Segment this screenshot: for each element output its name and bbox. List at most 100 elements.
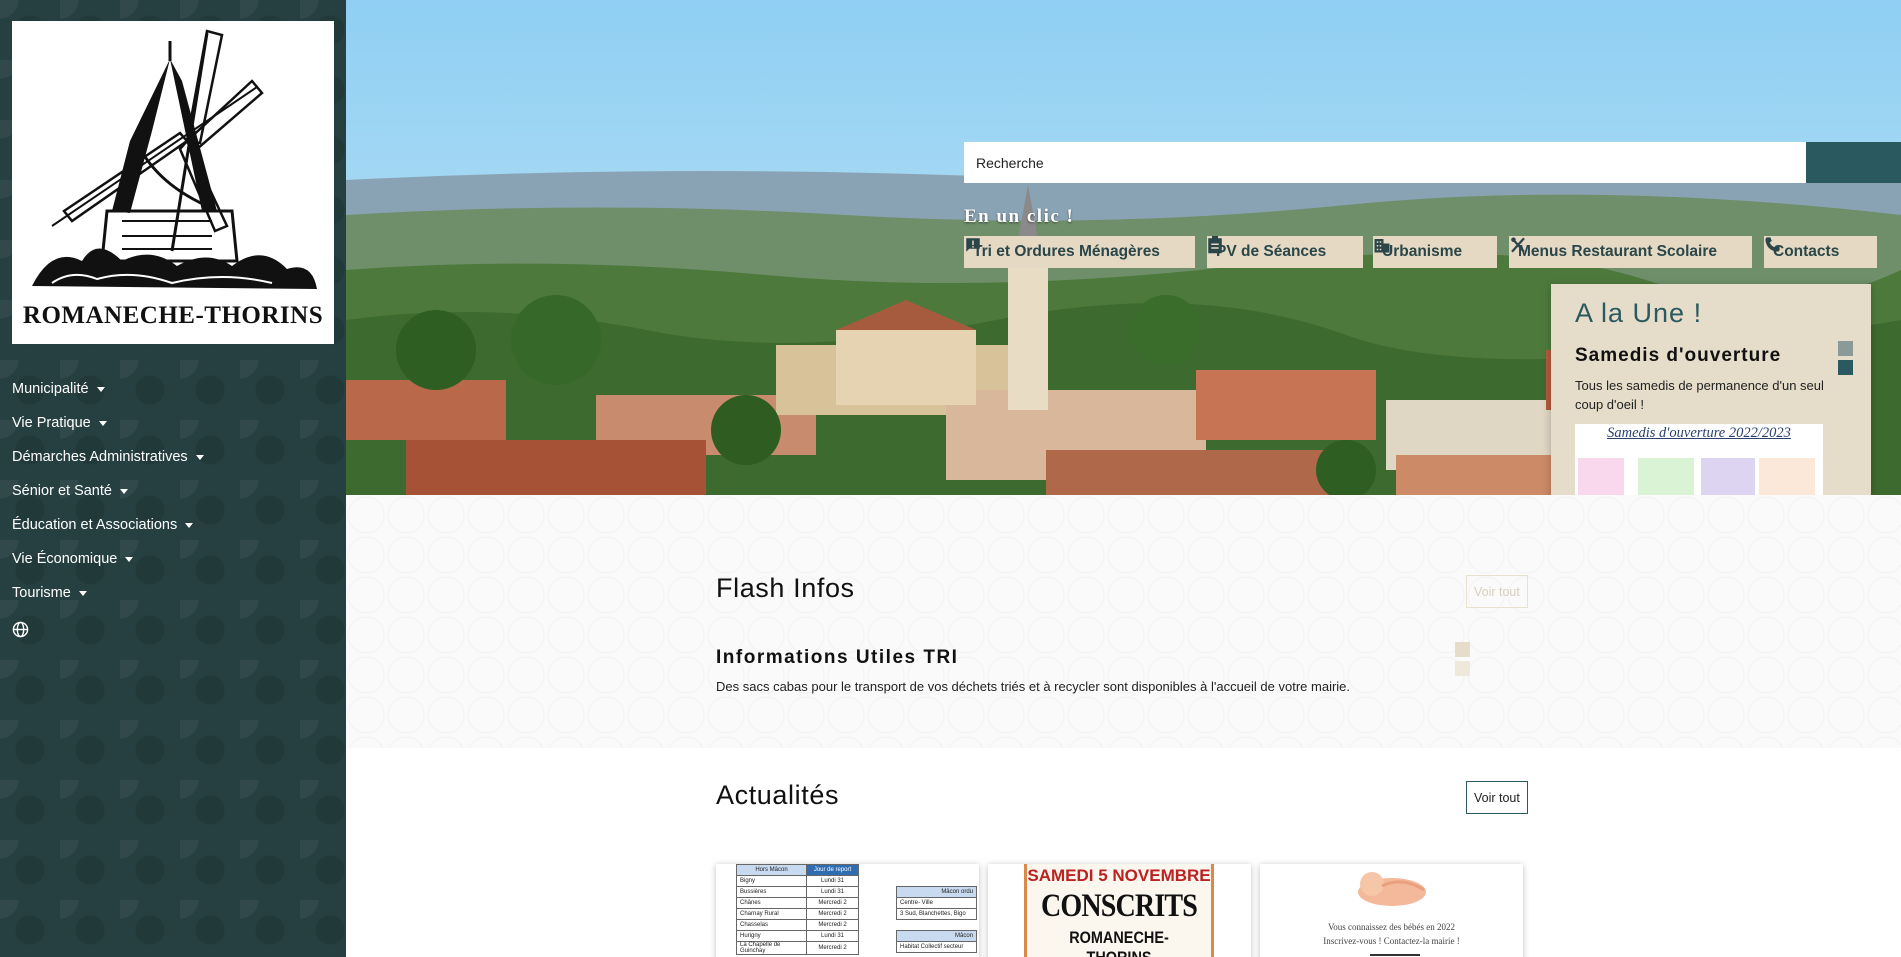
actualites-voir-tout-button[interactable]: Voir tout <box>1466 781 1528 814</box>
quick-link-label: Urbanisme <box>1382 243 1463 260</box>
a-la-une-card: A la Une ! Samedis d'ouverture Tous les … <box>1551 284 1871 519</box>
table-cell: Lundi 31 <box>806 886 859 898</box>
search-icon <box>965 143 978 156</box>
table-cell: Mercredi 2 <box>806 908 859 920</box>
news-card-3-line2: Inscrivez-vous ! Contactez-la mairie ! <box>1323 936 1460 946</box>
quick-link-label: Tri et Ordures Ménagères <box>973 243 1160 260</box>
site-logo[interactable]: ROMANECHE-THORINS <box>12 21 334 344</box>
table-cell: Habitat Collectif secteur <box>896 941 977 953</box>
a-la-une-item-text: Tous les samedis de permanence d'un seul… <box>1575 378 1824 412</box>
nav-label: Tourisme <box>12 585 71 601</box>
news-card-1[interactable]: Hors Mâcon Jour de report Bigny Lundi 31 … <box>716 864 979 957</box>
collection-side-table: Mâcon ordu Centre- Ville 3 Sud, Blanchet… <box>896 886 977 953</box>
nav-item-municipalite[interactable]: Municipalité <box>12 372 204 406</box>
flash-item-text: Des sacs cabas pour le transport de vos … <box>716 679 1351 694</box>
table-cell: Bussières <box>736 886 807 898</box>
table-spacer <box>897 920 977 931</box>
table-cell: Mercredi 2 <box>806 919 859 931</box>
actualites-title: Actualités <box>716 780 840 810</box>
clipboard-icon <box>1208 236 1222 254</box>
news-card-3-text: Vous connaissez des bébés en 2022 Inscri… <box>1260 920 1523 948</box>
feedback-icon <box>966 238 980 252</box>
table-header: Mâcon ordu <box>896 886 977 898</box>
actualites-section: Actualités Voir tout Hors Mâcon Jour de … <box>346 748 1901 957</box>
nav-label: Vie Pratique <box>12 415 91 431</box>
nav-item-vie-economique[interactable]: Vie Économique <box>12 542 204 576</box>
quick-link-label: PV de Séances <box>1216 243 1327 260</box>
nav-item-demarches[interactable]: Démarches Administratives <box>12 440 204 474</box>
nav-item-senior-sante[interactable]: Sénior et Santé <box>12 474 204 508</box>
nav-item-education[interactable]: Éducation et Associations <box>12 508 204 542</box>
nav-label: Municipalité <box>12 381 89 397</box>
quick-link-urbanisme[interactable]: Urbanisme <box>1373 236 1497 268</box>
carousel-dot-1[interactable] <box>1838 341 1853 356</box>
nav-label: Sénior et Santé <box>12 483 112 499</box>
flash-infos-section: Flash Infos Voir tout Informations Utile… <box>346 495 1901 748</box>
table-cell: 3 Sud, Blanchettes, Bigo <box>896 908 977 920</box>
flash-carousel-dot-1[interactable] <box>1455 642 1470 657</box>
quick-link-contacts[interactable]: Contacts <box>1764 236 1877 268</box>
poster-headline: CONSCRITS <box>1040 888 1198 924</box>
windmill-icon <box>32 29 317 289</box>
caret-down-icon <box>119 488 128 494</box>
language-button[interactable] <box>12 612 204 646</box>
phone-icon <box>1765 237 1780 252</box>
utensils-icon <box>1511 237 1525 253</box>
a-la-une-image[interactable]: Samedis d'ouverture 2022/2023 <box>1575 424 1823 502</box>
table-cell: Chânes <box>736 897 807 909</box>
nav-label: Vie Économique <box>12 551 118 567</box>
quick-link-menus[interactable]: Menus Restaurant Scolaire <box>1509 236 1752 268</box>
a-la-une-title: A la Une ! <box>1575 298 1703 328</box>
nav-label: Éducation et Associations <box>12 517 178 533</box>
baby-icon <box>1358 872 1426 906</box>
divider <box>1370 954 1420 956</box>
quick-link-label: Contacts <box>1773 243 1840 260</box>
poster-town: ROMANECHE-THORINS <box>1069 928 1169 957</box>
flash-voir-tout-button[interactable]: Voir tout <box>1466 575 1528 608</box>
caret-down-icon <box>96 386 105 392</box>
quick-link-pv-seances[interactable]: PV de Séances <box>1207 236 1363 268</box>
globe-icon <box>12 621 29 637</box>
caret-down-icon <box>195 454 204 460</box>
nav-item-tourisme[interactable]: Tourisme <box>12 576 204 610</box>
table-cell: Lundi 31 <box>806 930 859 942</box>
flash-infos-title: Flash Infos <box>716 573 855 603</box>
quick-links-title: En un clic ! <box>964 206 1075 227</box>
table-cell: Chasselas <box>736 919 807 931</box>
caret-down-icon <box>78 590 87 596</box>
search-button[interactable] <box>965 142 1901 183</box>
quick-link-label: Menus Restaurant Scolaire <box>1518 243 1717 260</box>
a-la-une-item-title[interactable]: Samedis d'ouverture <box>1575 345 1781 367</box>
caret-down-icon <box>125 556 134 562</box>
main-nav: Municipalité Vie Pratique Démarches Admi… <box>12 372 204 646</box>
table-cell: Hurigny <box>736 930 807 942</box>
table-header: Hors Mâcon <box>736 864 807 876</box>
table-cell: La Chapelle de Guinchay <box>736 941 807 955</box>
news-card-3[interactable]: Vous connaissez des bébés en 2022 Inscri… <box>1260 864 1523 957</box>
building-icon <box>1374 239 1390 253</box>
quick-link-tri[interactable]: Tri et Ordures Ménagères <box>964 236 1195 268</box>
collection-schedule-table: Hors Mâcon Jour de report Bigny Lundi 31 … <box>736 864 859 955</box>
sidebar: ROMANECHE-THORINS Municipalité Vie Prati… <box>0 0 346 957</box>
news-card-3-line1: Vous connaissez des bébés en 2022 <box>1327 922 1456 932</box>
caret-down-icon <box>98 420 107 426</box>
caret-down-icon <box>185 522 194 528</box>
table-cell: Mercredi 2 <box>806 941 859 955</box>
carousel-dot-2[interactable] <box>1838 360 1853 375</box>
search-bar <box>964 142 1901 183</box>
news-card-2[interactable]: SAMEDI 5 NOVEMBRE CONSCRITS ROMANECHE-TH… <box>988 864 1251 957</box>
nav-item-vie-pratique[interactable]: Vie Pratique <box>12 406 204 440</box>
table-cell: Centre- Ville <box>896 897 977 909</box>
table-header: Jour de report <box>806 864 859 876</box>
calendar-image <box>1578 458 1815 500</box>
table-cell: Charnay Rural <box>736 908 807 920</box>
logo-text: ROMANECHE-THORINS <box>22 302 324 329</box>
table-cell: Lundi 31 <box>806 875 859 887</box>
flash-carousel-dot-2[interactable] <box>1455 661 1470 676</box>
search-input[interactable] <box>964 142 1806 183</box>
flash-item-title[interactable]: Informations Utiles TRI <box>716 647 958 669</box>
table-cell: Bigny <box>736 875 807 887</box>
nav-label: Démarches Administratives <box>12 449 188 465</box>
table-cell: Mercredi 2 <box>806 897 859 909</box>
poster-date: SAMEDI 5 NOVEMBRE <box>1027 866 1211 885</box>
